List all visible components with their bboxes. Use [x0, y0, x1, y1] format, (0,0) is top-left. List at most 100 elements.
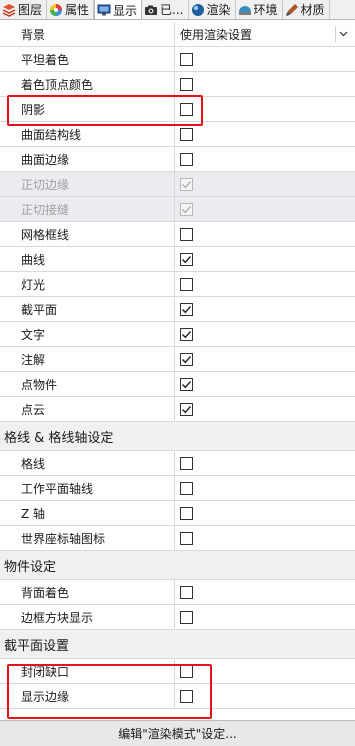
- checkbox[interactable]: [180, 302, 193, 316]
- checkbox[interactable]: [180, 610, 193, 624]
- checkbox[interactable]: [180, 402, 193, 416]
- grid-rows: 格线 工作平面轴线 Z 轴世界座标轴图标: [0, 451, 355, 551]
- checkbox[interactable]: [180, 277, 193, 291]
- property-label: 着色顶点颜色: [0, 72, 175, 96]
- checkbox[interactable]: [180, 127, 193, 141]
- checkbox[interactable]: [180, 102, 193, 116]
- tab-rendering[interactable]: 渲染: [189, 0, 236, 19]
- property-value: [175, 347, 355, 371]
- checkbox[interactable]: [180, 152, 193, 166]
- checkbox[interactable]: [180, 689, 193, 703]
- property-label: 注解: [0, 347, 175, 371]
- edit-display-mode-button[interactable]: 编辑"渲染模式"设定...: [0, 720, 355, 746]
- property-row: 背面着色: [0, 580, 355, 605]
- tab-layers[interactable]: 图层: [0, 0, 48, 19]
- property-label: 封闭缺口: [0, 659, 175, 683]
- checkbox[interactable]: [180, 506, 193, 520]
- property-row: 平坦着色: [0, 47, 355, 72]
- property-label: 平坦着色: [0, 47, 175, 71]
- section-clipping-plane-settings: 截平面设置: [0, 630, 355, 659]
- tab-display[interactable]: 显示: [94, 0, 143, 19]
- checkmark-icon: [182, 180, 192, 188]
- checkbox[interactable]: [180, 664, 193, 678]
- property-row: Z 轴: [0, 501, 355, 526]
- property-value: [175, 197, 355, 221]
- checkmark-icon: [182, 205, 192, 213]
- property-label: 格线: [0, 451, 175, 475]
- panel-tab-strip: 图层 属性 显示 已... 渲染 环境 材质: [0, 0, 355, 20]
- checkmark-icon: [182, 255, 192, 263]
- property-label: 文字: [0, 322, 175, 346]
- property-label: 网格框线: [0, 222, 175, 246]
- property-value: [175, 172, 355, 196]
- property-label: 正切接缝: [0, 197, 175, 221]
- property-label: 曲线: [0, 247, 175, 271]
- property-row: 曲面结构线: [0, 122, 355, 147]
- property-value: [175, 222, 355, 246]
- checkbox[interactable]: [180, 585, 193, 599]
- property-label: 显示边缘: [0, 684, 175, 708]
- property-value: [175, 659, 355, 683]
- checkbox[interactable]: [180, 52, 193, 66]
- tab-label: 环境: [253, 3, 278, 17]
- checkbox[interactable]: [180, 481, 193, 495]
- property-row: 注解: [0, 347, 355, 372]
- property-value: [175, 684, 355, 708]
- tab-label: 已...: [160, 3, 184, 17]
- display-rows: 平坦着色 着色顶点颜色 阴影 曲面结构线 曲面边缘 正切边缘 正切接缝 网格框线 曲线 灯光 截平面…: [0, 47, 355, 422]
- property-label: 背面着色: [0, 580, 175, 604]
- background-dropdown[interactable]: 使用渲染设置: [175, 22, 355, 46]
- section-grid-settings: 格线 & 格线轴设定: [0, 422, 355, 451]
- tab-label: 渲染: [206, 3, 231, 17]
- tab-properties[interactable]: 属性: [47, 0, 95, 19]
- property-label: 工作平面轴线: [0, 476, 175, 500]
- property-row: 阴影: [0, 97, 355, 122]
- color-wheel-icon: [50, 3, 63, 16]
- property-label: 灯光: [0, 272, 175, 296]
- tab-label: 材质: [300, 3, 325, 17]
- tab-label: 属性: [65, 3, 90, 17]
- property-row: 正切边缘: [0, 172, 355, 197]
- tab-label: 图层: [18, 3, 43, 17]
- object-rows: 背面着色 边框方块显示: [0, 580, 355, 630]
- property-row: 灯光: [0, 272, 355, 297]
- property-row: 点云: [0, 397, 355, 422]
- property-value: [175, 526, 355, 550]
- display-property-grid: 背景 使用渲染设置 平坦着色 着色顶点颜色 阴影 曲面结构线 曲面边缘 正切边缘 正切接缝网…: [0, 22, 355, 709]
- property-value: [175, 72, 355, 96]
- property-value: [175, 47, 355, 71]
- checkbox[interactable]: [180, 352, 193, 366]
- checkbox[interactable]: [180, 456, 193, 470]
- checkbox[interactable]: [180, 377, 193, 391]
- property-value: [175, 97, 355, 121]
- checkbox: [180, 177, 193, 191]
- property-label: 阴影: [0, 97, 175, 121]
- property-label: 世界座标轴图标: [0, 526, 175, 550]
- render-sphere-icon: [191, 3, 204, 16]
- checkbox[interactable]: [180, 252, 193, 266]
- checkbox[interactable]: [180, 327, 193, 341]
- property-row: 文字: [0, 322, 355, 347]
- tab-environment[interactable]: 环境: [236, 0, 283, 19]
- chevron-down-icon[interactable]: [335, 26, 351, 42]
- property-row: 正切接缝: [0, 197, 355, 222]
- edit-display-mode-label: 编辑"渲染模式"设定...: [118, 727, 237, 741]
- tab-label: 显示: [113, 3, 138, 18]
- property-row: 格线: [0, 451, 355, 476]
- property-value: [175, 122, 355, 146]
- property-value: [175, 322, 355, 346]
- property-row: 点物件: [0, 372, 355, 397]
- property-label: Z 轴: [0, 501, 175, 525]
- checkbox[interactable]: [180, 531, 193, 545]
- property-row: 曲面边缘: [0, 147, 355, 172]
- checkbox[interactable]: [180, 77, 193, 91]
- property-label: 点云: [0, 397, 175, 421]
- property-value: [175, 501, 355, 525]
- property-row: 截平面: [0, 297, 355, 322]
- background-dropdown-value: 使用渲染设置: [180, 27, 253, 42]
- property-row: 着色顶点颜色: [0, 72, 355, 97]
- tab-materials[interactable]: 材质: [283, 0, 330, 19]
- property-value: [175, 476, 355, 500]
- tab-named-views[interactable]: 已...: [142, 0, 189, 19]
- checkbox[interactable]: [180, 227, 193, 241]
